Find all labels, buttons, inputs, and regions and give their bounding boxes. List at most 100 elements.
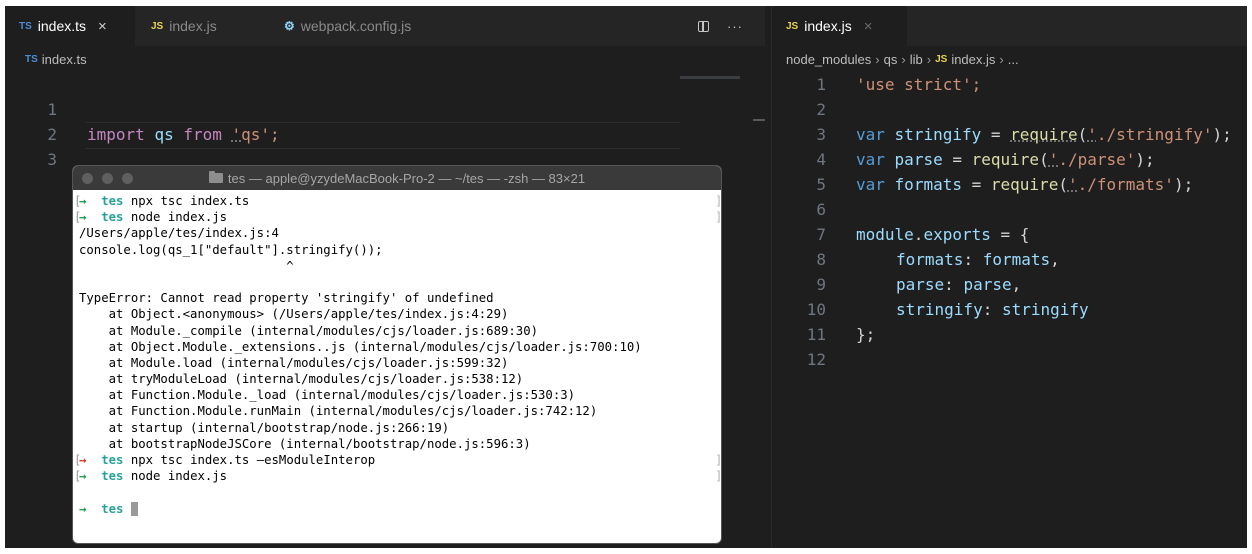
terminal-line: at Module._compile (internal/modules/cjs…: [79, 323, 721, 339]
prompt-mark: [: [74, 469, 82, 484]
terminal-cursor[interactable]: [130, 502, 138, 517]
minimize-window-button[interactable]: [102, 173, 113, 184]
tab-index-ts[interactable]: TS index.ts ×: [5, 6, 135, 46]
javascript-icon: JS: [786, 20, 799, 32]
output-text: /Users/apple/tes/index.js:4: [79, 226, 279, 241]
prompt-mark: [: [74, 453, 82, 467]
tab-webpack-config[interactable]: ⚙ webpack.config.js: [260, 6, 460, 46]
terminal-line: [→ tes npx tsc index.ts]: [74, 193, 721, 209]
code-line: 3 console.log(qs.stringify());: [5, 122, 765, 194]
code-line: 8 formats: formats,: [772, 247, 1247, 272]
breadcrumb: node_modules › qs › lib › JS index.js › …: [786, 52, 1019, 67]
line-number: 3: [816, 125, 826, 144]
terminal-line: ^: [79, 258, 721, 274]
line-number: 5: [816, 175, 826, 194]
terminal-line: → tes: [79, 501, 721, 517]
breadcrumb-file[interactable]: index.ts: [42, 52, 87, 67]
breadcrumb-file[interactable]: index.js: [951, 52, 995, 67]
line-number: 4: [816, 150, 826, 169]
chevron-right-icon: ›: [875, 52, 880, 67]
output-text: at Object.Module._extensions..js (intern…: [79, 339, 642, 354]
close-window-button[interactable]: [82, 173, 93, 184]
tab-label: index.ts: [37, 18, 87, 34]
tab-label: index.js: [804, 18, 852, 34]
prompt-directory: tes: [101, 194, 124, 208]
terminal-line: at tryModuleLoad (internal/modules/cjs/l…: [79, 371, 721, 387]
line-number: 2: [816, 100, 826, 119]
folder-icon: [208, 171, 223, 183]
close-icon[interactable]: ×: [864, 18, 873, 35]
output-text: at Object.<anonymous> (/Users/apple/tes/…: [79, 307, 509, 322]
typescript-icon: TS: [25, 54, 38, 65]
left-tab-bar: TS index.ts × JS index.js ⚙ webpack.conf…: [5, 6, 765, 46]
terminal-window[interactable]: tes — apple@yzydeMacBook-Pro-2 — ~/tes —…: [73, 166, 721, 543]
terminal-line: [→ tes node index.js]: [74, 209, 721, 225]
line-number: 12: [806, 350, 826, 369]
line-number: 6: [816, 200, 826, 219]
editor-actions: ···: [698, 6, 743, 46]
line-number: 9: [816, 275, 826, 294]
breadcrumb-segment[interactable]: node_modules: [786, 52, 871, 67]
output-text: at startup (internal/bootstrap/node.js:2…: [79, 420, 450, 435]
command-text: node index.js: [130, 210, 228, 225]
tab-index-js[interactable]: JS index.js ×: [772, 6, 907, 46]
line-number: 1: [816, 75, 826, 94]
terminal-line: at Object.Module._extensions..js (intern…: [79, 339, 721, 355]
code-line: 1'use strict';: [772, 72, 1247, 97]
output-text: at Module._compile (internal/modules/cjs…: [79, 323, 539, 338]
code-line: 11};: [772, 322, 1247, 347]
code-line: 5 var formats = require('./formats');: [772, 172, 1247, 197]
output-text: ^: [79, 258, 294, 273]
close-icon[interactable]: ×: [98, 18, 107, 35]
prompt-directory: tes: [101, 453, 124, 467]
terminal-line: console.log(qs_1["default"].stringify())…: [79, 242, 721, 258]
code-line: 9 parse: parse,: [772, 272, 1247, 297]
prompt-mark: ]: [715, 209, 721, 225]
code-line: 2: [5, 97, 765, 144]
line-number: 7: [816, 225, 826, 244]
prompt-mark: ]: [715, 452, 721, 468]
terminal-title: tes — apple@yzydeMacBook-Pro-2 — ~/tes —…: [227, 170, 586, 186]
terminal-line: TypeError: Cannot read property 'stringi…: [79, 290, 721, 306]
terminal-line: [→ tes npx tsc index.ts —esModuleInterop…: [74, 452, 721, 468]
output-text: at Function.Module._load (internal/modul…: [79, 388, 576, 403]
more-actions-icon[interactable]: ···: [727, 19, 743, 34]
prompt-directory: tes: [101, 469, 124, 484]
right-tab-bar: JS index.js ×: [772, 6, 1247, 46]
command-text: npx tsc index.ts: [130, 194, 250, 208]
code-line: 3 var stringify = require('./stringify');: [772, 122, 1247, 147]
screenshot-frame: TS index.ts × JS index.js ⚙ webpack.conf…: [5, 6, 1247, 548]
window-controls: [82, 173, 142, 184]
breadcrumb-more[interactable]: ...: [1008, 52, 1019, 67]
code-line: 4 var parse = require('./parse');: [772, 147, 1247, 172]
terminal-line: [→ tes node index.js]: [74, 468, 721, 484]
success-arrow-icon: →: [79, 501, 87, 516]
terminal-line: at bootstrapNodeJSCore (internal/bootstr…: [79, 436, 721, 452]
split-editor-icon[interactable]: [698, 20, 709, 32]
code-area[interactable]: 1'use strict'; 2 3 var stringify = requir…: [772, 72, 1247, 372]
terminal-line: at Object.<anonymous> (/Users/apple/tes/…: [79, 306, 721, 322]
breadcrumb-segment[interactable]: lib: [910, 52, 923, 67]
line-number: 8: [816, 250, 826, 269]
line-number: 10: [806, 300, 826, 319]
terminal-line: at Function.Module._load (internal/modul…: [79, 387, 721, 403]
prompt-mark: ]: [715, 468, 721, 484]
tab-index-js[interactable]: JS index.js: [135, 6, 260, 46]
terminal-line: at Function.Module.runMain (internal/mod…: [79, 403, 721, 419]
terminal-line: at startup (internal/bootstrap/node.js:2…: [79, 420, 721, 436]
javascript-icon: JS: [151, 20, 164, 32]
webpack-icon: ⚙: [284, 19, 295, 33]
chevron-right-icon: ›: [901, 52, 906, 67]
prompt-mark: ]: [715, 193, 721, 209]
zoom-window-button[interactable]: [122, 173, 133, 184]
code-line: 7 module.exports = {: [772, 222, 1247, 247]
command-text: node index.js: [130, 469, 228, 484]
code-area[interactable]: 1 import qs from 'qs'; 2 3 console.log(q…: [5, 72, 765, 194]
breadcrumb-segment[interactable]: qs: [884, 52, 898, 67]
output-text: at bootstrapNodeJSCore (internal/bootstr…: [79, 436, 531, 451]
terminal-title-bar[interactable]: tes — apple@yzydeMacBook-Pro-2 — ~/tes —…: [73, 166, 721, 190]
line-number: 3: [47, 150, 57, 169]
chevron-right-icon: ›: [926, 52, 932, 67]
terminal-output[interactable]: [→ tes npx tsc index.ts][→ tes node inde…: [73, 190, 721, 517]
